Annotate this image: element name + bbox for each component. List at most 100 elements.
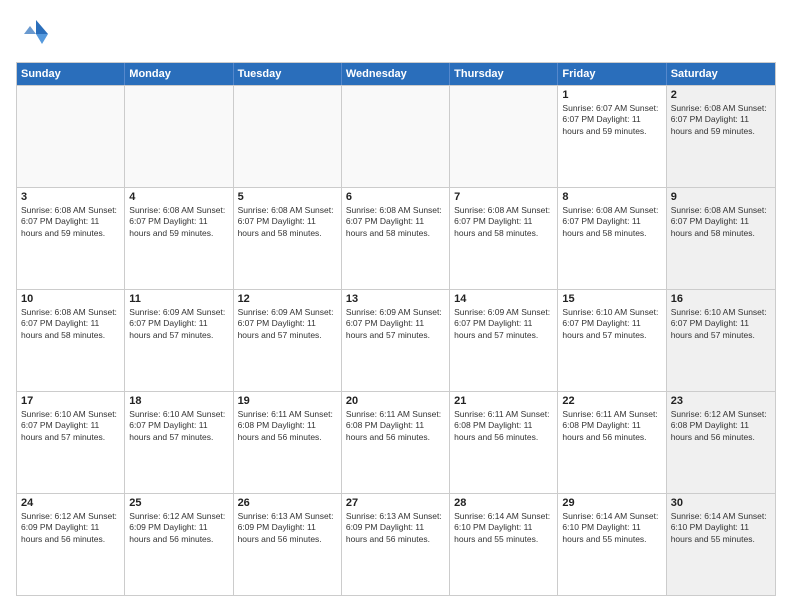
day-info: Sunrise: 6:13 AM Sunset: 6:09 PM Dayligh…	[346, 511, 445, 545]
day-info: Sunrise: 6:14 AM Sunset: 6:10 PM Dayligh…	[671, 511, 771, 545]
day-number: 9	[671, 191, 771, 203]
day-number: 8	[562, 191, 661, 203]
calendar-row-2: 10 Sunrise: 6:08 AM Sunset: 6:07 PM Dayli…	[17, 289, 775, 391]
day-cell-4: 4 Sunrise: 6:08 AM Sunset: 6:07 PM Daylig…	[125, 188, 233, 289]
calendar-row-1: 3 Sunrise: 6:08 AM Sunset: 6:07 PM Daylig…	[17, 187, 775, 289]
empty-cell	[17, 86, 125, 187]
day-info: Sunrise: 6:08 AM Sunset: 6:07 PM Dayligh…	[129, 205, 228, 239]
day-info: Sunrise: 6:08 AM Sunset: 6:07 PM Dayligh…	[346, 205, 445, 239]
calendar-row-0: 1 Sunrise: 6:07 AM Sunset: 6:07 PM Daylig…	[17, 85, 775, 187]
day-info: Sunrise: 6:08 AM Sunset: 6:07 PM Dayligh…	[671, 103, 771, 137]
day-cell-3: 3 Sunrise: 6:08 AM Sunset: 6:07 PM Daylig…	[17, 188, 125, 289]
day-cell-16: 16Sunrise: 6:10 AM Sunset: 6:07 PM Dayli…	[667, 290, 775, 391]
day-number: 4	[129, 191, 228, 203]
weekday-header-tuesday: Tuesday	[234, 63, 342, 85]
day-cell-30: 30 Sunrise: 6:14 AM Sunset: 6:10 PM Dayli…	[667, 494, 775, 595]
day-number: 14	[454, 293, 553, 305]
day-cell-29: 29 Sunrise: 6:14 AM Sunset: 6:10 PM Dayli…	[558, 494, 666, 595]
day-number: 13	[346, 293, 445, 305]
day-number: 2	[671, 89, 771, 101]
day-info: Sunrise: 6:07 AM Sunset: 6:07 PM Dayligh…	[562, 103, 661, 137]
day-number: 18	[129, 395, 228, 407]
header	[16, 16, 776, 52]
day-info: Sunrise: 6:11 AM Sunset: 6:08 PM Dayligh…	[562, 409, 661, 443]
day-number: 19	[238, 395, 337, 407]
day-cell-27: 27 Sunrise: 6:13 AM Sunset: 6:09 PM Dayli…	[342, 494, 450, 595]
calendar-body: 1 Sunrise: 6:07 AM Sunset: 6:07 PM Daylig…	[17, 85, 775, 595]
day-info: Sunrise: 6:10 AM Sunset: 6:07 PM Dayligh…	[562, 307, 661, 341]
day-info: Sunrise: 6:12 AM Sunset: 6:08 PM Dayligh…	[671, 409, 771, 443]
day-info: Sunrise: 6:09 AM Sunset: 6:07 PM Dayligh…	[129, 307, 228, 341]
day-number: 3	[21, 191, 120, 203]
day-info: Sunrise: 6:09 AM Sunset: 6:07 PM Dayligh…	[454, 307, 553, 341]
day-cell-19: 19 Sunrise: 6:11 AM Sunset: 6:08 PM Dayli…	[234, 392, 342, 493]
day-cell-1: 1 Sunrise: 6:07 AM Sunset: 6:07 PM Daylig…	[558, 86, 666, 187]
calendar: SundayMondayTuesdayWednesdayThursdayFrid…	[16, 62, 776, 596]
day-cell-13: 13 Sunrise: 6:09 AM Sunset: 6:07 PM Dayli…	[342, 290, 450, 391]
day-cell-7: 7 Sunrise: 6:08 AM Sunset: 6:07 PM Daylig…	[450, 188, 558, 289]
day-number: 30	[671, 497, 771, 509]
day-number: 15	[562, 293, 661, 305]
day-cell-12: 12 Sunrise: 6:09 AM Sunset: 6:07 PM Dayli…	[234, 290, 342, 391]
day-cell-6: 6 Sunrise: 6:08 AM Sunset: 6:07 PM Daylig…	[342, 188, 450, 289]
day-info: Sunrise: 6:08 AM Sunset: 6:07 PM Dayligh…	[21, 307, 120, 341]
weekday-header-friday: Friday	[558, 63, 666, 85]
day-info: Sunrise: 6:08 AM Sunset: 6:07 PM Dayligh…	[562, 205, 661, 239]
day-info: Sunrise: 6:09 AM Sunset: 6:07 PM Dayligh…	[238, 307, 337, 341]
day-cell-24: 24 Sunrise: 6:12 AM Sunset: 6:09 PM Dayli…	[17, 494, 125, 595]
day-cell-2: 2 Sunrise: 6:08 AM Sunset: 6:07 PM Daylig…	[667, 86, 775, 187]
day-info: Sunrise: 6:08 AM Sunset: 6:07 PM Dayligh…	[238, 205, 337, 239]
day-info: Sunrise: 6:13 AM Sunset: 6:09 PM Dayligh…	[238, 511, 337, 545]
day-cell-14: 14 Sunrise: 6:09 AM Sunset: 6:07 PM Dayli…	[450, 290, 558, 391]
day-number: 23	[671, 395, 771, 407]
day-info: Sunrise: 6:08 AM Sunset: 6:07 PM Dayligh…	[671, 205, 771, 239]
weekday-header-wednesday: Wednesday	[342, 63, 450, 85]
day-cell-20: 20 Sunrise: 6:11 AM Sunset: 6:08 PM Dayli…	[342, 392, 450, 493]
day-number: 28	[454, 497, 553, 509]
day-cell-22: 22 Sunrise: 6:11 AM Sunset: 6:08 PM Dayli…	[558, 392, 666, 493]
calendar-row-4: 24 Sunrise: 6:12 AM Sunset: 6:09 PM Dayli…	[17, 493, 775, 595]
weekday-header-thursday: Thursday	[450, 63, 558, 85]
day-number: 11	[129, 293, 228, 305]
day-number: 6	[346, 191, 445, 203]
day-number: 1	[562, 89, 661, 101]
logo-icon	[16, 16, 52, 52]
day-info: Sunrise: 6:10 AM Sunset: 6:07 PM Dayligh…	[129, 409, 228, 443]
page: SundayMondayTuesdayWednesdayThursdayFrid…	[0, 0, 792, 612]
day-number: 22	[562, 395, 661, 407]
day-cell-5: 5 Sunrise: 6:08 AM Sunset: 6:07 PM Daylig…	[234, 188, 342, 289]
day-number: 17	[21, 395, 120, 407]
day-cell-25: 25Sunrise: 6:12 AM Sunset: 6:09 PM Dayli…	[125, 494, 233, 595]
day-number: 25	[129, 497, 228, 509]
day-number: 29	[562, 497, 661, 509]
day-cell-10: 10 Sunrise: 6:08 AM Sunset: 6:07 PM Dayli…	[17, 290, 125, 391]
day-number: 20	[346, 395, 445, 407]
day-info: Sunrise: 6:11 AM Sunset: 6:08 PM Dayligh…	[346, 409, 445, 443]
day-info: Sunrise: 6:14 AM Sunset: 6:10 PM Dayligh…	[562, 511, 661, 545]
day-cell-21: 21Sunrise: 6:11 AM Sunset: 6:08 PM Dayli…	[450, 392, 558, 493]
day-info: Sunrise: 6:09 AM Sunset: 6:07 PM Dayligh…	[346, 307, 445, 341]
day-number: 27	[346, 497, 445, 509]
empty-cell	[342, 86, 450, 187]
empty-cell	[125, 86, 233, 187]
day-number: 7	[454, 191, 553, 203]
logo	[16, 16, 56, 52]
day-info: Sunrise: 6:08 AM Sunset: 6:07 PM Dayligh…	[21, 205, 120, 239]
day-info: Sunrise: 6:12 AM Sunset: 6:09 PM Dayligh…	[21, 511, 120, 545]
weekday-header-saturday: Saturday	[667, 63, 775, 85]
weekday-header-monday: Monday	[125, 63, 233, 85]
day-cell-8: 8 Sunrise: 6:08 AM Sunset: 6:07 PM Daylig…	[558, 188, 666, 289]
day-number: 24	[21, 497, 120, 509]
day-number: 12	[238, 293, 337, 305]
day-cell-23: 23 Sunrise: 6:12 AM Sunset: 6:08 PM Dayli…	[667, 392, 775, 493]
day-cell-28: 28Sunrise: 6:14 AM Sunset: 6:10 PM Dayli…	[450, 494, 558, 595]
day-number: 5	[238, 191, 337, 203]
day-cell-9: 9 Sunrise: 6:08 AM Sunset: 6:07 PM Daylig…	[667, 188, 775, 289]
day-info: Sunrise: 6:10 AM Sunset: 6:07 PM Dayligh…	[21, 409, 120, 443]
empty-cell	[234, 86, 342, 187]
day-info: Sunrise: 6:11 AM Sunset: 6:08 PM Dayligh…	[238, 409, 337, 443]
weekday-header-sunday: Sunday	[17, 63, 125, 85]
day-info: Sunrise: 6:08 AM Sunset: 6:07 PM Dayligh…	[454, 205, 553, 239]
day-number: 10	[21, 293, 120, 305]
day-cell-15: 15 Sunrise: 6:10 AM Sunset: 6:07 PM Dayli…	[558, 290, 666, 391]
